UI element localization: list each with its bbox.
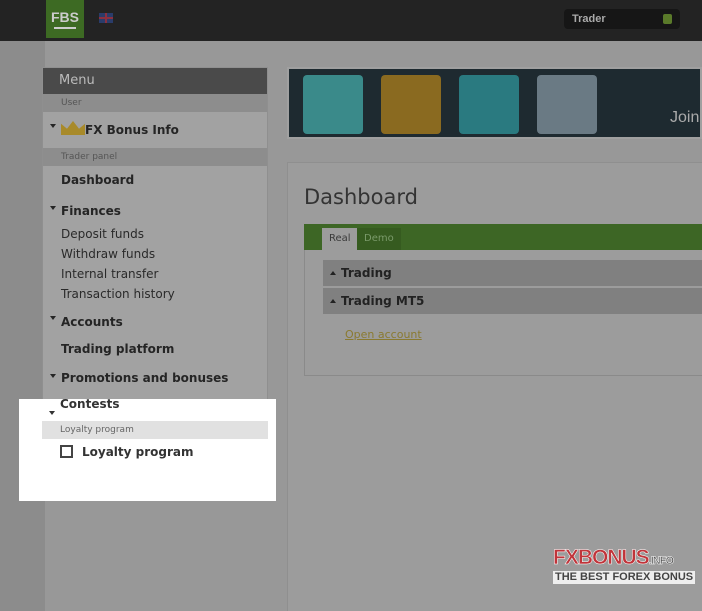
top-bar: FBS Trader: [0, 0, 702, 41]
sidebar-item-contests[interactable]: Contests: [42, 398, 268, 421]
uk-flag-icon[interactable]: [99, 13, 113, 23]
crown-icon: [61, 121, 85, 135]
fbs-logo[interactable]: FBS: [46, 0, 84, 38]
account-type-select[interactable]: Trader: [564, 9, 680, 29]
status-shield-icon: [663, 14, 672, 24]
label: Loyalty program: [82, 445, 194, 459]
section-trading[interactable]: Trading: [323, 260, 702, 286]
tab-content: Trading Trading MT5 Open account: [304, 250, 702, 376]
sidebar-item-loyalty-program[interactable]: Loyalty program: [42, 439, 268, 465]
banner-text: Join: [670, 109, 700, 126]
fxbonus-watermark: FXBONUS.INFO THE BEST FOREX BONUS: [553, 546, 696, 584]
laptop-image: [303, 75, 363, 134]
tab-real[interactable]: Real: [322, 228, 358, 250]
gift-image: [381, 75, 441, 134]
open-account-link[interactable]: Open account: [345, 328, 422, 341]
section-loyalty: Loyalty program: [42, 421, 268, 439]
watermark-line1: FXBONUS: [553, 546, 650, 569]
page-title: Dashboard: [304, 185, 418, 209]
sidebar-item-dashboard[interactable]: Dashboard: [43, 166, 267, 194]
promo-banner[interactable]: Join: [287, 67, 702, 139]
section-trader-panel: Trader panel: [43, 148, 267, 166]
car-image: [537, 75, 597, 134]
sidebar-item-promotions[interactable]: Promotions and bonuses: [43, 362, 267, 390]
sidebar-item-fx-bonus-info[interactable]: FX Bonus Info: [43, 112, 267, 148]
menu-header: Menu: [43, 68, 267, 94]
page-background: [0, 41, 45, 611]
main-panel: Dashboard Real Demo Trading Trading MT5 …: [287, 162, 702, 611]
watermark-suffix: .INFO: [648, 555, 674, 568]
section-user: User: [43, 94, 267, 112]
tab-demo[interactable]: Demo: [357, 228, 401, 250]
watermark-line2: THE BEST FOREX BONUS: [553, 571, 696, 584]
sidebar-item-internal-transfer[interactable]: Internal transfer: [43, 264, 267, 284]
sidebar-item-transaction-history[interactable]: Transaction history: [43, 284, 267, 304]
account-type-label: Trader: [572, 13, 606, 25]
external-link-icon: [60, 445, 73, 458]
sidebar-item-trading-platform[interactable]: Trading platform: [43, 334, 267, 362]
section-trading-mt5[interactable]: Trading MT5: [323, 288, 702, 314]
sidebar-item-deposit[interactable]: Deposit funds: [43, 224, 267, 244]
highlighted-menu-area: Contests Loyalty program Loyalty program: [19, 398, 276, 501]
sidebar-item-accounts[interactable]: Accounts: [43, 304, 267, 334]
account-tabs: Real Demo: [304, 224, 702, 250]
sidebar-item-withdraw[interactable]: Withdraw funds: [43, 244, 267, 264]
monitor-image: [459, 75, 519, 134]
sidebar-item-finances[interactable]: Finances: [43, 194, 267, 224]
label: FX Bonus Info: [85, 123, 179, 137]
